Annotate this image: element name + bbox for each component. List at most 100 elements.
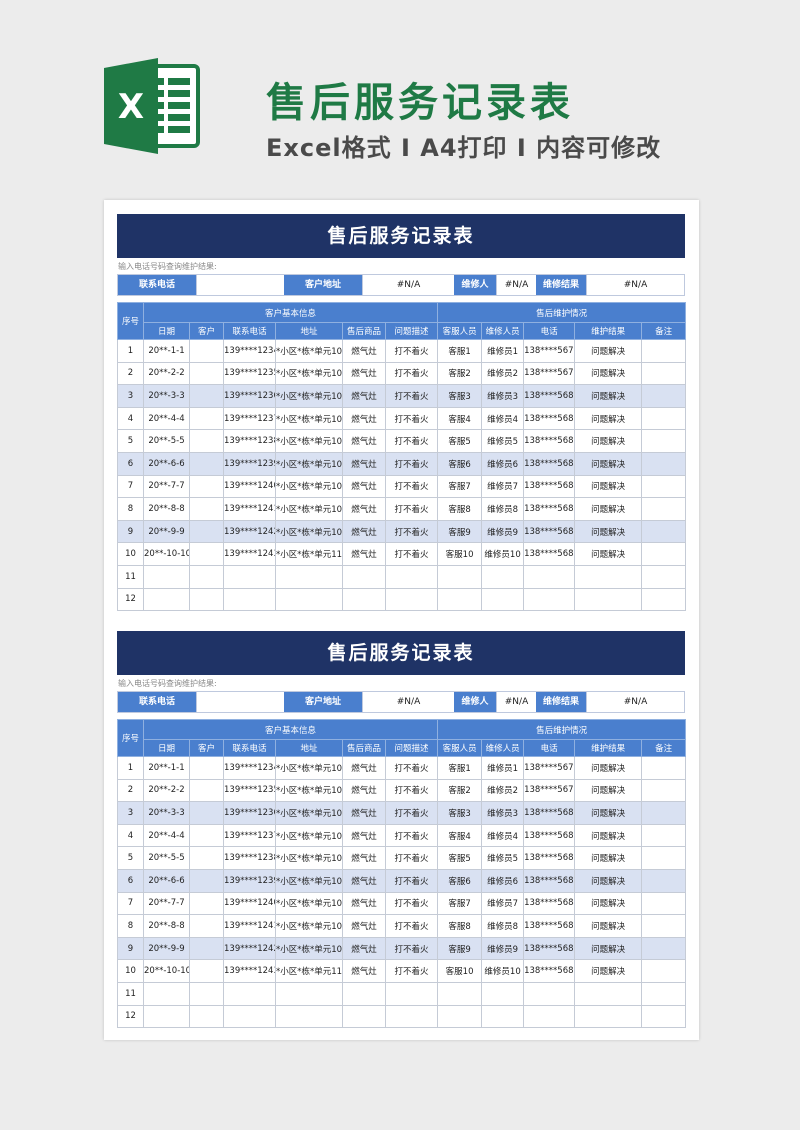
table-cell[interactable]: 维修员4 — [481, 823, 525, 848]
table-cell[interactable]: 问题解决 — [574, 778, 643, 803]
table-cell[interactable]: 1 — [117, 756, 144, 780]
table-cell[interactable]: 打不着火 — [384, 384, 439, 408]
table-cell[interactable]: *小区*栋*单元105 — [275, 429, 343, 453]
table-cell[interactable]: 138****5679 — [523, 778, 576, 803]
table-cell[interactable] — [189, 587, 224, 612]
table-cell[interactable] — [574, 564, 643, 589]
table-cell[interactable]: 138****5687 — [523, 959, 576, 983]
table-cell[interactable]: 客服10 — [437, 542, 483, 566]
table-cell[interactable]: 9 — [117, 519, 144, 544]
table-cell[interactable]: *小区*栋*单元102 — [275, 778, 343, 803]
table-cell[interactable]: 5 — [117, 846, 144, 870]
table-cell[interactable]: 客服6 — [437, 868, 483, 893]
table-cell[interactable]: 138****5683 — [523, 868, 576, 893]
table-cell[interactable]: 138****5678 — [523, 339, 576, 363]
table-cell[interactable]: 138****5682 — [523, 846, 576, 870]
table-cell[interactable]: 问题解决 — [574, 936, 643, 961]
table-cell[interactable]: *小区*栋*单元108 — [275, 914, 343, 938]
table-cell[interactable]: 3 — [117, 801, 144, 825]
table-cell[interactable]: 客服5 — [437, 846, 483, 870]
table-cell[interactable]: 4 — [117, 406, 144, 431]
table-cell[interactable]: 打不着火 — [384, 339, 439, 363]
table-cell[interactable]: 139****1236 — [223, 384, 276, 408]
table-cell[interactable]: 8 — [117, 914, 144, 938]
table-cell[interactable]: 7 — [117, 891, 144, 916]
table-cell[interactable]: 20**-5-5 — [143, 429, 190, 453]
table-cell[interactable]: 139****1238 — [223, 429, 276, 453]
table-cell[interactable] — [189, 429, 224, 453]
table-cell[interactable] — [342, 587, 386, 612]
table-cell[interactable]: *小区*栋*单元104 — [275, 406, 343, 431]
table-cell[interactable]: 139****1238 — [223, 846, 276, 870]
table-cell[interactable] — [189, 564, 224, 589]
table-cell[interactable]: 139****1242 — [223, 936, 276, 961]
table-cell[interactable] — [223, 564, 276, 589]
table-cell[interactable]: *小区*栋*单元109 — [275, 519, 343, 544]
table-cell[interactable]: 20**-6-6 — [143, 451, 190, 476]
table-cell[interactable]: 20**-4-4 — [143, 823, 190, 848]
table-cell[interactable]: 20**-8-8 — [143, 497, 190, 521]
table-cell[interactable]: 1 — [117, 339, 144, 363]
table-cell[interactable]: 燃气灶 — [342, 823, 386, 848]
table-cell[interactable]: 客服3 — [437, 384, 483, 408]
table-cell[interactable]: 12 — [117, 587, 144, 612]
table-cell[interactable]: 20**-7-7 — [143, 891, 190, 916]
table-cell[interactable]: 4 — [117, 823, 144, 848]
table-cell[interactable]: 问题解决 — [574, 846, 643, 870]
table-cell[interactable] — [641, 542, 687, 566]
table-cell[interactable]: 燃气灶 — [342, 801, 386, 825]
table-cell[interactable]: 客服8 — [437, 497, 483, 521]
table-cell[interactable]: 9 — [117, 936, 144, 961]
table-cell[interactable]: 20**-10-10 — [143, 959, 190, 983]
table-cell[interactable]: 打不着火 — [384, 936, 439, 961]
table-cell[interactable]: *小区*栋*单元101 — [275, 339, 343, 363]
table-cell[interactable]: 138****5678 — [523, 756, 576, 780]
table-cell[interactable]: 维修员1 — [481, 756, 525, 780]
table-cell[interactable]: 问题解决 — [574, 474, 643, 499]
table-cell[interactable]: 维修员2 — [481, 361, 525, 386]
table-cell[interactable]: *小区*栋*单元110 — [275, 959, 343, 983]
table-cell[interactable]: *小区*栋*单元102 — [275, 361, 343, 386]
table-cell[interactable] — [189, 756, 224, 780]
table-cell[interactable]: 燃气灶 — [342, 519, 386, 544]
table-cell[interactable]: 139****1239 — [223, 868, 276, 893]
table-cell[interactable]: 139****1243 — [223, 542, 276, 566]
table-cell[interactable]: 维修员3 — [481, 801, 525, 825]
table-cell[interactable] — [523, 587, 576, 612]
table-cell[interactable]: 打不着火 — [384, 959, 439, 983]
table-cell[interactable] — [275, 981, 343, 1006]
table-cell[interactable]: 问题解决 — [574, 451, 643, 476]
table-cell[interactable]: 139****1242 — [223, 519, 276, 544]
table-cell[interactable] — [384, 981, 439, 1006]
table-cell[interactable]: 5 — [117, 429, 144, 453]
table-cell[interactable]: *小区*栋*单元109 — [275, 936, 343, 961]
table-cell[interactable]: 打不着火 — [384, 429, 439, 453]
table-cell[interactable] — [189, 519, 224, 544]
table-cell[interactable]: 问题解决 — [574, 914, 643, 938]
table-cell[interactable]: 打不着火 — [384, 497, 439, 521]
table-cell[interactable]: 139****1240 — [223, 474, 276, 499]
table-cell[interactable]: 客服2 — [437, 778, 483, 803]
table-cell[interactable] — [275, 1004, 343, 1029]
table-cell[interactable] — [641, 429, 687, 453]
table-cell[interactable] — [143, 564, 190, 589]
table-cell[interactable]: 维修员6 — [481, 451, 525, 476]
table-cell[interactable]: 维修员8 — [481, 497, 525, 521]
table-cell[interactable]: 问题解决 — [574, 823, 643, 848]
table-cell[interactable]: 138****5681 — [523, 406, 576, 431]
table-cell[interactable]: 20**-2-2 — [143, 778, 190, 803]
table-cell[interactable]: *小区*栋*单元103 — [275, 384, 343, 408]
table-cell[interactable] — [481, 564, 525, 589]
table-cell[interactable]: *小区*栋*单元103 — [275, 801, 343, 825]
table-cell[interactable]: 问题解决 — [574, 497, 643, 521]
table-cell[interactable]: 139****1234 — [223, 339, 276, 363]
table-cell[interactable] — [384, 1004, 439, 1029]
table-cell[interactable]: 问题解决 — [574, 339, 643, 363]
table-cell[interactable]: 打不着火 — [384, 519, 439, 544]
table-cell[interactable] — [481, 587, 525, 612]
table-cell[interactable]: 维修员3 — [481, 384, 525, 408]
table-cell[interactable]: *小区*栋*单元110 — [275, 542, 343, 566]
table-cell[interactable] — [437, 981, 483, 1006]
table-cell[interactable] — [574, 981, 643, 1006]
table-cell[interactable]: 打不着火 — [384, 823, 439, 848]
